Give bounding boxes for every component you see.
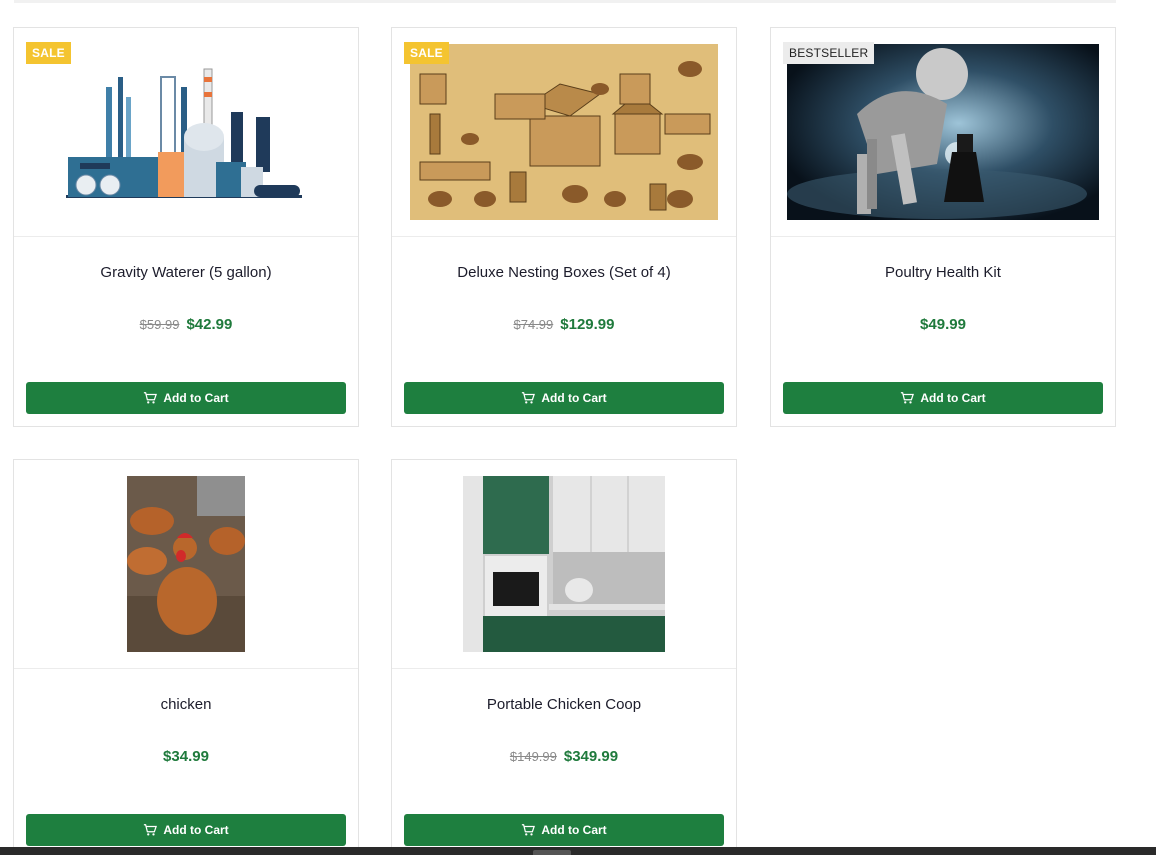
product-card: chicken $34.99 Add to Cart (13, 459, 359, 855)
add-to-cart-label: Add to Cart (541, 823, 607, 837)
price-row: $149.99 $349.99 (392, 748, 736, 766)
kitchen-photo-image (463, 476, 665, 652)
shopping-cart-icon (144, 392, 158, 404)
sale-badge: SALE (26, 42, 71, 64)
current-price: $42.99 (186, 316, 233, 333)
shopping-cart-icon (901, 392, 915, 404)
sale-badge: SALE (404, 42, 449, 64)
add-to-cart-label: Add to Cart (541, 391, 607, 405)
current-price: $349.99 (563, 748, 619, 765)
taskbar-handle (533, 850, 571, 855)
shopping-cart-icon (144, 824, 158, 836)
price-row: $59.99 $42.99 (14, 316, 358, 334)
robot-and-child-image (787, 44, 1099, 220)
add-to-cart-button[interactable]: Add to Cart (783, 382, 1103, 414)
current-price: $129.99 (560, 316, 615, 333)
product-image[interactable] (392, 460, 736, 669)
shopping-cart-icon (522, 392, 536, 404)
industrial-plant-image (66, 68, 302, 198)
shopping-cart-icon (522, 824, 536, 836)
old-price: $59.99 (139, 317, 180, 332)
add-to-cart-button[interactable]: Add to Cart (404, 814, 724, 846)
add-to-cart-button[interactable]: Add to Cart (404, 382, 724, 414)
product-name[interactable]: Poultry Health Kit (771, 264, 1115, 281)
add-to-cart-button[interactable]: Add to Cart (26, 814, 346, 846)
product-card: BESTSELLER Poultry Health Kit $49.99 Add… (770, 27, 1116, 427)
product-image[interactable] (14, 460, 358, 669)
price-row: $34.99 (14, 748, 358, 766)
bestseller-badge: BESTSELLER (783, 42, 875, 64)
product-card: SALE Gravity Waterer (5 gallon) $59.99 $… (13, 27, 359, 427)
product-name[interactable]: Deluxe Nesting Boxes (Set of 4) (392, 264, 736, 281)
current-price: $34.99 (163, 748, 209, 765)
price-row: $49.99 (771, 316, 1115, 334)
bottom-taskbar (0, 847, 1156, 855)
add-to-cart-label: Add to Cart (163, 391, 229, 405)
product-name[interactable]: chicken (14, 696, 358, 713)
price-row: $74.99 $129.99 (392, 316, 736, 334)
product-name[interactable]: Gravity Waterer (5 gallon) (14, 264, 358, 281)
current-price: $49.99 (920, 316, 966, 333)
hens-photo-image (127, 476, 245, 652)
top-divider (14, 0, 1116, 3)
old-price: $149.99 (509, 749, 557, 764)
add-to-cart-label: Add to Cart (163, 823, 229, 837)
add-to-cart-label: Add to Cart (920, 391, 986, 405)
product-card: SALE Deluxe Nesting Boxes (Set of 4) $74… (391, 27, 737, 427)
chicken-coop-sketch-image (410, 44, 718, 220)
old-price: $74.99 (513, 317, 554, 332)
product-card: Portable Chicken Coop $149.99 $349.99 Add… (391, 459, 737, 855)
add-to-cart-button[interactable]: Add to Cart (26, 382, 346, 414)
product-name[interactable]: Portable Chicken Coop (392, 696, 736, 713)
